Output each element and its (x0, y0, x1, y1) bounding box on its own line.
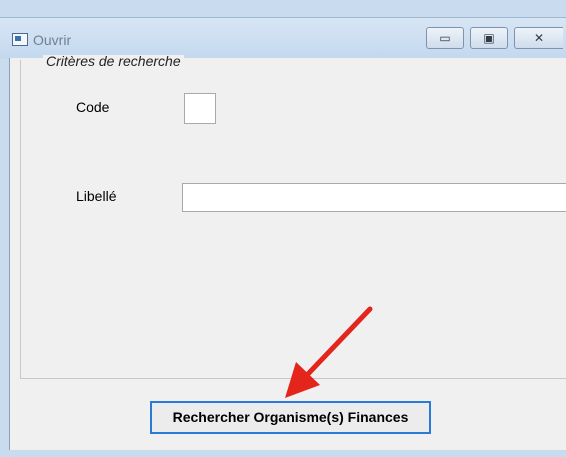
app-window-icon (12, 33, 28, 46)
libelle-field[interactable] (182, 183, 566, 212)
client-area: Critères de recherche Code Libellé Reche… (9, 55, 566, 450)
code-field[interactable] (184, 93, 216, 124)
close-button[interactable]: ✕ (514, 27, 563, 49)
search-criteria-group: Critères de recherche Code Libellé (20, 55, 566, 379)
title-bar[interactable]: Ouvrir ▭ ▣ ✕ (0, 17, 566, 59)
window-title: Ouvrir (33, 32, 72, 48)
search-button-label: Rechercher Organisme(s) Finances (172, 409, 409, 425)
dialog-window: Ouvrir ▭ ▣ ✕ Critères de recherche Code … (0, 0, 566, 457)
libelle-label: Libellé (76, 188, 117, 204)
group-legend: Critères de recherche (43, 55, 184, 67)
search-organismes-button[interactable]: Rechercher Organisme(s) Finances (150, 401, 431, 434)
maximize-button[interactable]: ▣ (470, 27, 508, 49)
minimize-button[interactable]: ▭ (426, 27, 464, 49)
code-label: Code (76, 99, 110, 115)
